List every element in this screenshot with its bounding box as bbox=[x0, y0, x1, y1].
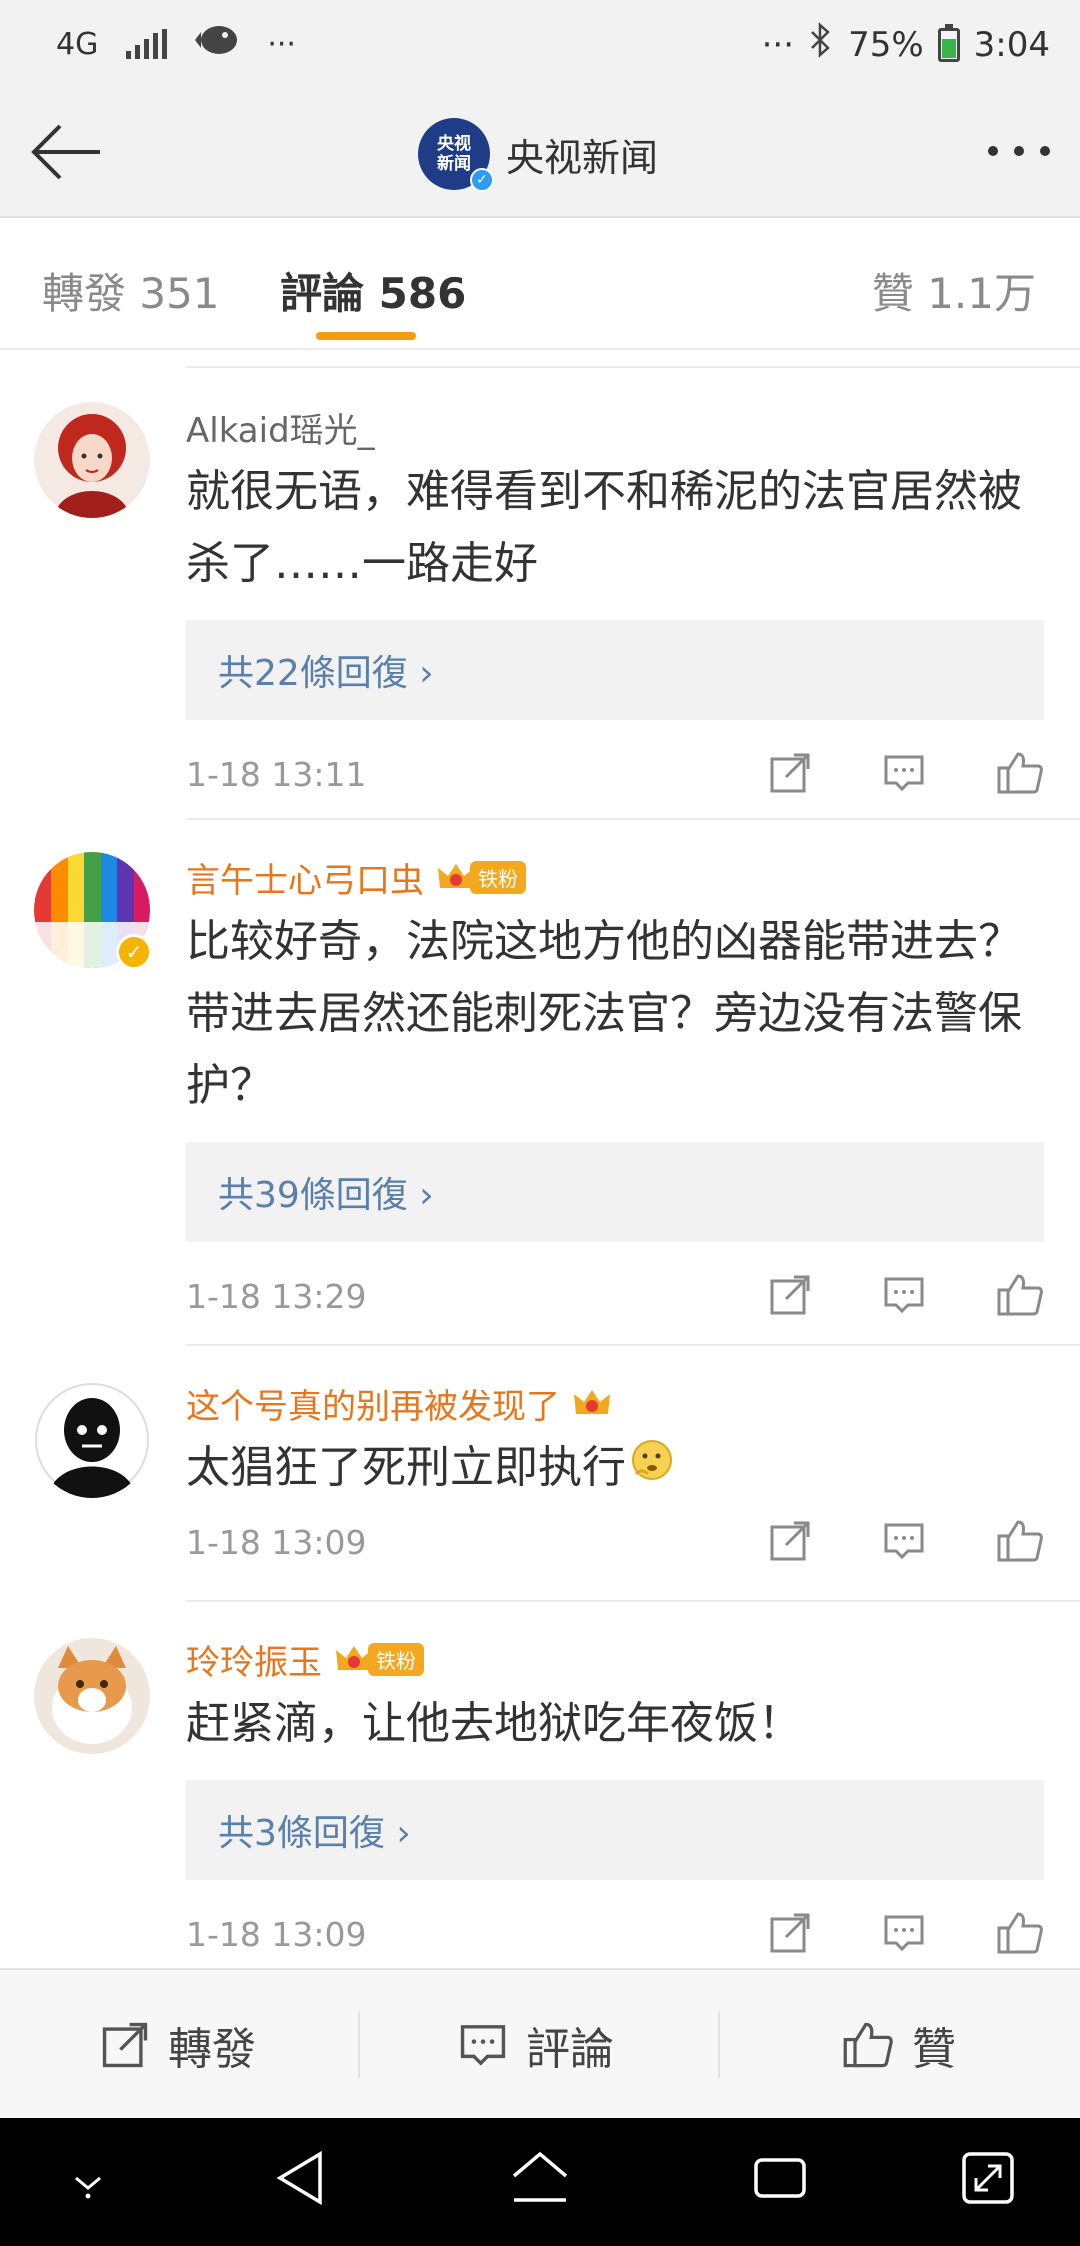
repost-icon[interactable] bbox=[768, 751, 812, 795]
comment-label: 評論 bbox=[526, 2024, 614, 2075]
vip-crown-badge[interactable]: 铁粉 bbox=[436, 860, 526, 894]
app-notification-icon bbox=[195, 22, 239, 66]
rotate-screen-icon[interactable] bbox=[958, 2148, 1018, 2212]
like-label: 贊 bbox=[912, 2024, 956, 2075]
like-icon[interactable] bbox=[996, 1518, 1044, 1564]
home-nav-icon[interactable] bbox=[508, 2148, 572, 2212]
bottom-action-bar: 轉發 評論 贊 bbox=[0, 1968, 1080, 2118]
more-notifications: ··· bbox=[267, 26, 296, 62]
battery-percent: 75% bbox=[848, 24, 924, 65]
comment-time: 1-18 13:29 bbox=[186, 1277, 367, 1316]
fan-badge: 铁粉 bbox=[470, 860, 526, 894]
repost-icon[interactable] bbox=[768, 1519, 812, 1563]
clock: 3:04 bbox=[973, 24, 1050, 65]
divider bbox=[186, 818, 1080, 820]
repost-icon[interactable] bbox=[768, 1911, 812, 1955]
comment-time: 1-18 13:09 bbox=[186, 1915, 367, 1954]
repost-icon bbox=[102, 2022, 148, 2068]
more-status-icons: ··· bbox=[761, 24, 795, 65]
vip-crown-badge[interactable] bbox=[572, 1386, 612, 1420]
comment-username[interactable]: 玲玲振玉 bbox=[186, 1635, 322, 1684]
comment-icon[interactable] bbox=[882, 1273, 926, 1317]
cctv-news-logo: 央视 新闻 ✓ bbox=[418, 118, 494, 192]
fan-badge: 铁粉 bbox=[368, 1642, 424, 1676]
view-replies-link[interactable]: 共22條回復 › bbox=[186, 620, 1044, 720]
back-nav-icon[interactable] bbox=[272, 2148, 328, 2212]
comment-time: 1-18 13:11 bbox=[186, 755, 367, 794]
avatar[interactable] bbox=[34, 402, 150, 518]
back-arrow-icon[interactable] bbox=[30, 122, 104, 182]
view-replies-link[interactable]: 共3條回復 › bbox=[186, 1780, 1044, 1880]
comment-text: 就很无语，难得看到不和稀泥的法官居然被杀了……一路走好 bbox=[186, 466, 1022, 589]
comment-icon[interactable] bbox=[882, 751, 926, 795]
status-bar: 4G ··· ··· 75% 3:04 bbox=[0, 0, 1080, 90]
like-icon[interactable] bbox=[996, 1272, 1044, 1318]
account-heading[interactable]: 央视 新闻 ✓ 央视新闻 bbox=[418, 118, 659, 192]
comment-icon[interactable] bbox=[882, 1519, 926, 1563]
thinking-emoji-icon bbox=[630, 1432, 674, 1504]
recent-apps-icon[interactable] bbox=[750, 2148, 810, 2212]
comment-icon[interactable] bbox=[882, 1911, 926, 1955]
system-navigation-bar bbox=[0, 2118, 1080, 2246]
comment-button[interactable]: 評論 bbox=[458, 2010, 614, 2080]
like-icon[interactable] bbox=[996, 750, 1044, 796]
comment-username[interactable]: 言午士心弓口虫 bbox=[186, 853, 424, 902]
tab-reposts[interactable]: 轉發 351 bbox=[42, 260, 220, 321]
like-icon bbox=[843, 2022, 893, 2068]
bluetooth-icon bbox=[808, 22, 834, 67]
repost-label: 轉發 bbox=[168, 2024, 256, 2075]
avatar[interactable] bbox=[34, 1638, 150, 1754]
like-button[interactable]: 贊 bbox=[842, 2010, 956, 2080]
comment-username[interactable]: Alkaid瑶光_ bbox=[186, 402, 1044, 452]
avatar[interactable] bbox=[34, 1382, 150, 1498]
tab-likes[interactable]: 贊 1.1万 bbox=[872, 260, 1036, 321]
comment-username[interactable]: 这个号真的别再被发现了 bbox=[186, 1379, 560, 1428]
active-tab-indicator bbox=[316, 332, 416, 340]
view-replies-link[interactable]: 共39條回復 › bbox=[186, 1142, 1044, 1242]
comment-icon bbox=[460, 2025, 506, 2066]
divider bbox=[186, 366, 1080, 368]
verified-icon: ✓ bbox=[116, 934, 152, 970]
battery-icon bbox=[937, 23, 960, 62]
network-indicator: 4G bbox=[56, 26, 99, 62]
top-header: 央视 新闻 ✓ 央视新闻 bbox=[0, 90, 1080, 218]
interaction-tabs: 轉發 351 評論 586 贊 1.1万 bbox=[0, 220, 1080, 350]
tab-comments[interactable]: 評論 586 bbox=[280, 260, 466, 321]
like-icon[interactable] bbox=[996, 1910, 1044, 1956]
comment-text: 太猖狂了死刑立即执行 bbox=[186, 1442, 626, 1493]
hide-keyboard-icon[interactable] bbox=[64, 2158, 112, 2210]
comment-text: 赶紧滴，让他去地狱吃年夜饭！ bbox=[186, 1698, 802, 1749]
verified-icon: ✓ bbox=[470, 168, 494, 192]
divider bbox=[186, 1600, 1080, 1602]
comment-time: 1-18 13:09 bbox=[186, 1523, 367, 1562]
signal-icon bbox=[126, 29, 168, 59]
divider bbox=[358, 2012, 360, 2078]
vip-crown-badge[interactable]: 铁粉 bbox=[334, 1642, 424, 1676]
comment-text: 比较好奇，法院这地方他的凶器能带进去？带进去居然还能刺死法官？旁边没有法警保护？ bbox=[186, 916, 1022, 1111]
more-options-icon[interactable] bbox=[988, 146, 1050, 156]
repost-icon[interactable] bbox=[768, 1273, 812, 1317]
divider bbox=[718, 2012, 720, 2078]
account-title: 央视新闻 bbox=[506, 135, 659, 180]
divider bbox=[186, 1344, 1080, 1346]
repost-button[interactable]: 轉發 bbox=[100, 2010, 256, 2080]
